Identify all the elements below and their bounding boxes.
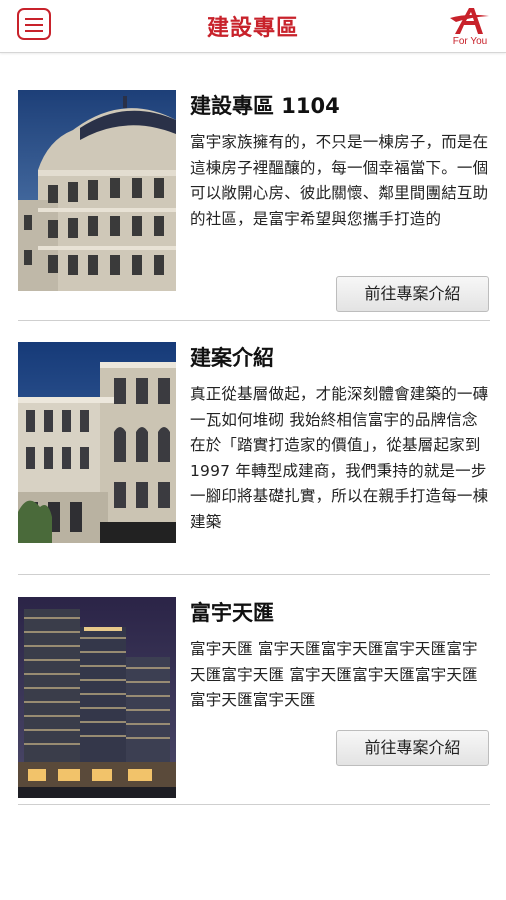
divider <box>18 574 490 575</box>
page-title: 建設專區 <box>206 16 299 41</box>
project-card: 建設專區 1104 富宇家族擁有的，不只是一棟房子，而是在這棟房子裡醞釀的，每一… <box>18 90 490 312</box>
view-project-button[interactable]: 前往專案介紹 <box>336 730 489 766</box>
divider <box>18 804 490 805</box>
project-description: 真正從基層做起，才能深刻體會建築的一磚一瓦如何堆砌 我始終相信富宇的品牌信念在於… <box>190 385 489 531</box>
project-title: 建案介紹 <box>190 346 274 370</box>
project-description: 富宇家族擁有的，不只是一棟房子，而是在這棟房子裡醞釀的，每一個幸福當下。一個可以… <box>190 133 489 228</box>
project-thumbnail[interactable] <box>18 597 176 798</box>
project-thumbnail[interactable] <box>18 90 176 291</box>
divider <box>18 320 490 321</box>
project-title: 富宇天匯 <box>190 601 274 625</box>
brand-logo[interactable]: For You <box>447 4 493 50</box>
tower-night-image <box>18 597 176 798</box>
project-thumbnail[interactable] <box>18 342 176 543</box>
app-header: 建設專區 For You <box>0 0 506 53</box>
project-card: 富宇天匯 富宇天匯 富宇天匯富宇天匯富宇天匯富宇天匯富宇天匯 富宇天匯富宇天匯富… <box>18 597 490 798</box>
logo-text: For You <box>452 36 488 47</box>
view-project-button[interactable]: 前往專案介紹 <box>336 276 489 312</box>
project-card: 建案介紹 真正從基層做起，才能深刻體會建築的一磚一瓦如何堆砌 我始終相信富宇的品… <box>18 342 490 567</box>
building-dome-image <box>18 90 176 291</box>
logo-mark-icon <box>450 8 489 34</box>
project-description: 富宇天匯 富宇天匯富宇天匯富宇天匯富宇天匯富宇天匯 富宇天匯富宇天匯富宇天匯富宇… <box>190 640 478 709</box>
project-title: 建設專區 1104 <box>190 94 340 118</box>
building-facade-image <box>18 342 176 543</box>
